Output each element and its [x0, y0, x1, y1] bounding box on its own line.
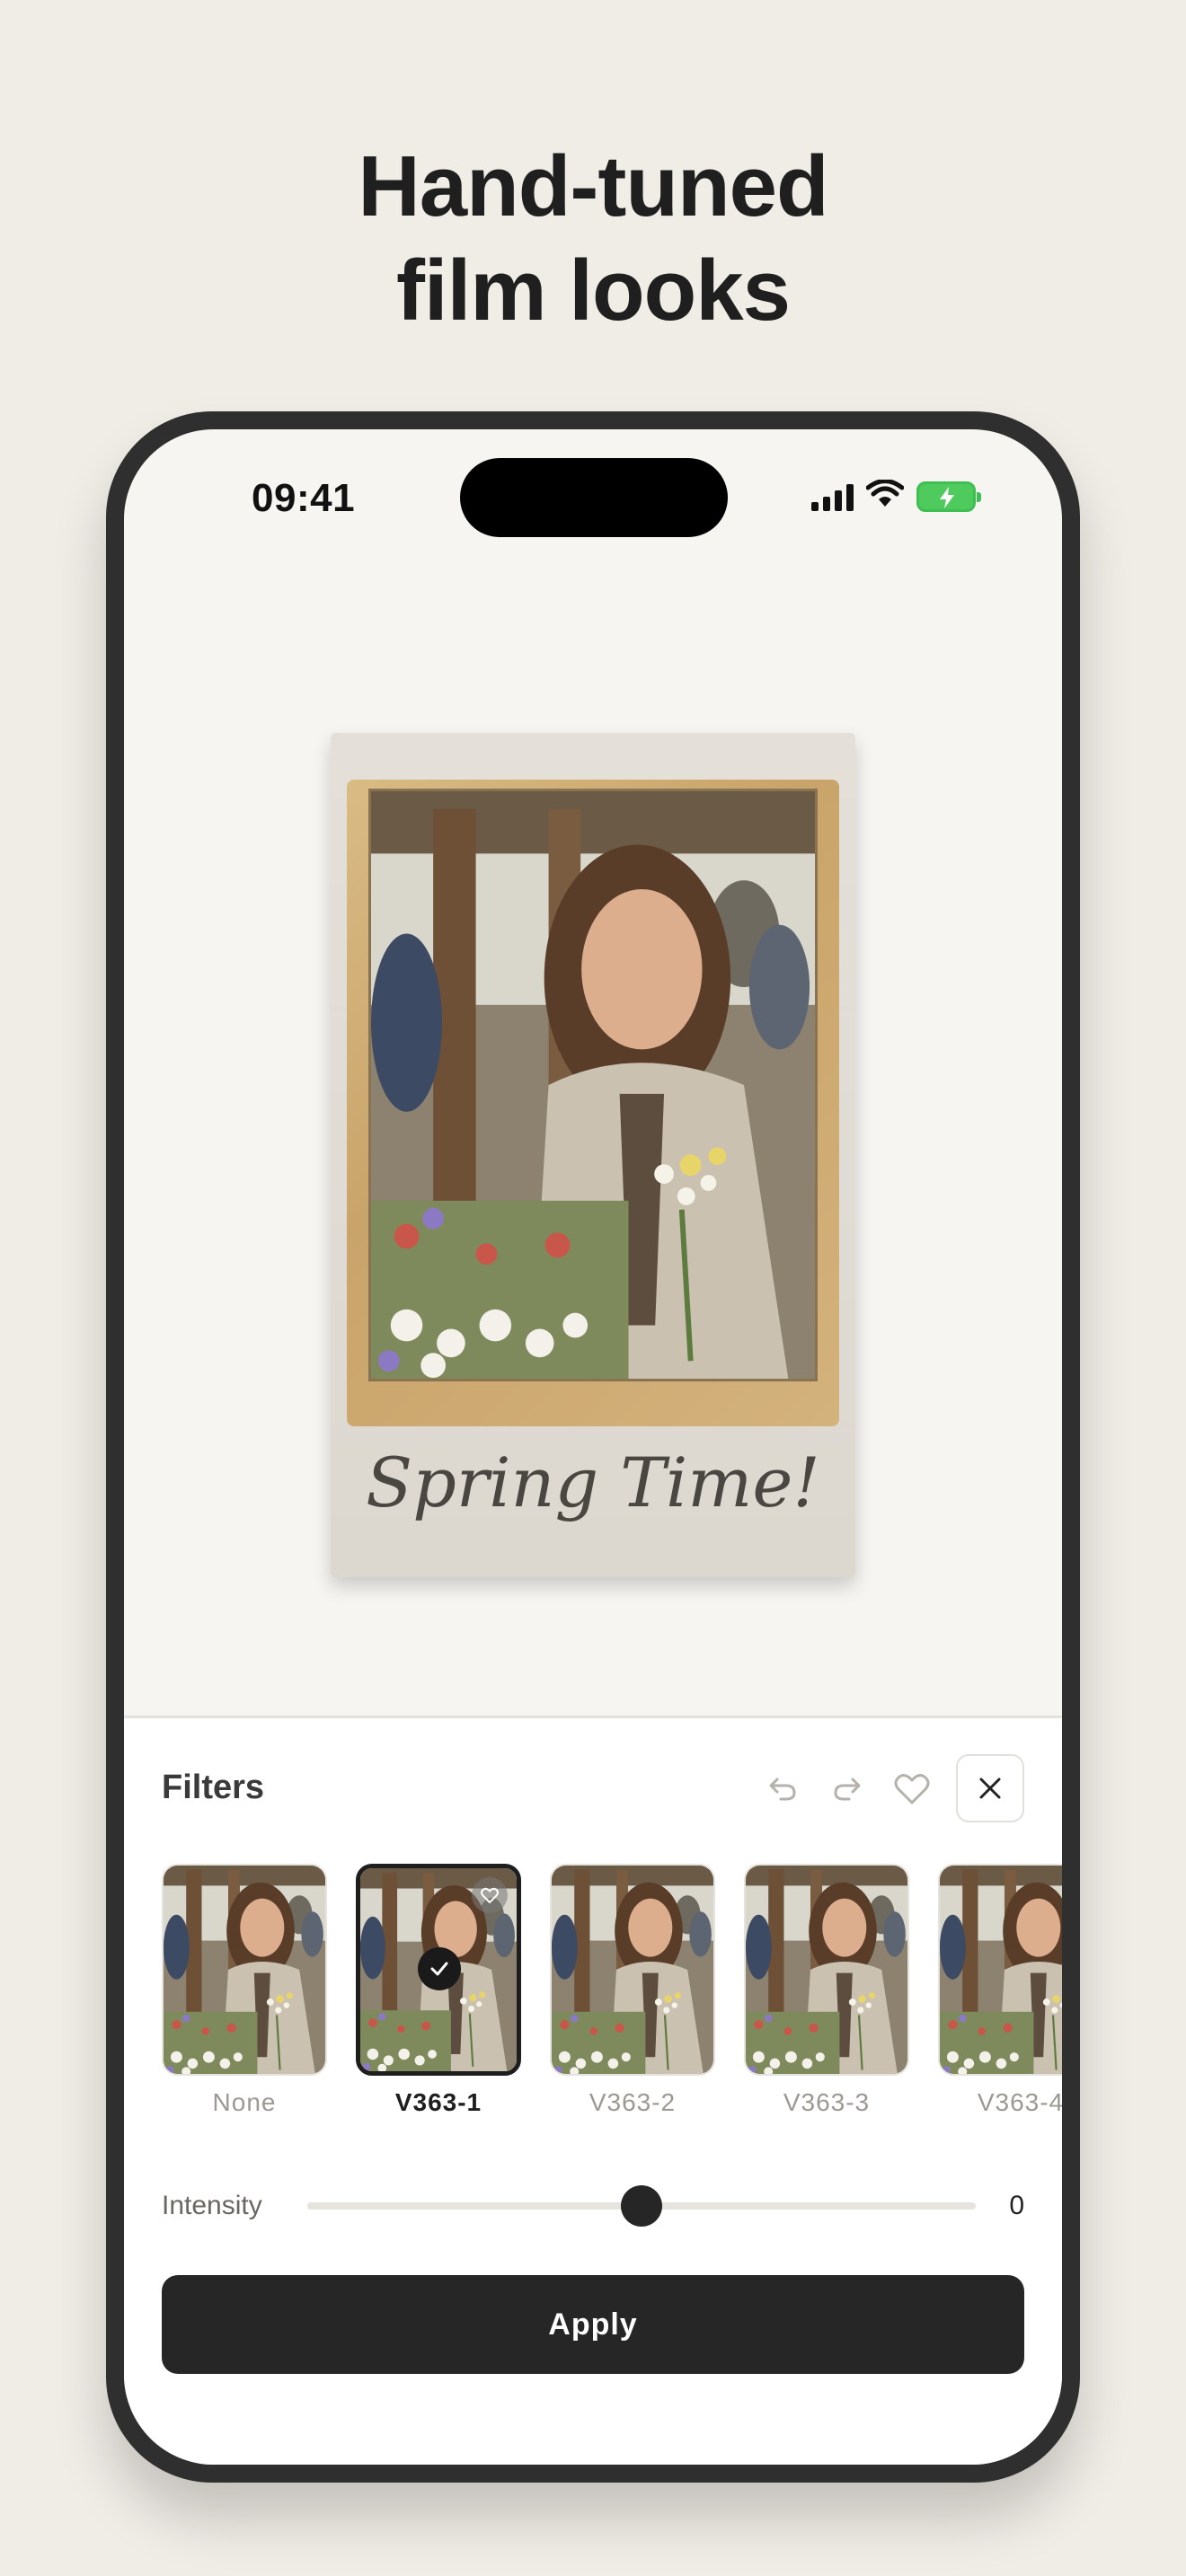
filter-thumbnail[interactable] — [550, 1864, 715, 2076]
intensity-value: 0 — [1009, 2191, 1024, 2220]
filter-thumbnail[interactable] — [938, 1864, 1062, 2076]
dynamic-island — [460, 458, 728, 537]
filter-v363-2[interactable]: V363-2 — [550, 1864, 715, 2117]
status-icons — [811, 479, 981, 513]
apply-button[interactable]: Apply — [162, 2275, 1024, 2374]
headline: Hand-tuned film looks — [0, 135, 1186, 343]
headline-line-1: Hand-tuned — [358, 138, 828, 234]
filter-label: V363-2 — [589, 2088, 677, 2116]
filter-thumbnail[interactable] — [744, 1864, 909, 2076]
undo-icon[interactable] — [762, 1768, 803, 1809]
status-time: 09:41 — [252, 476, 356, 520]
filter-thumbnail[interactable] — [356, 1864, 521, 2076]
close-icon — [979, 1778, 1001, 1799]
filter-label: V363-3 — [783, 2088, 871, 2116]
photo-aged-border — [347, 780, 839, 1426]
filter-v363-3[interactable]: V363-3 — [744, 1864, 909, 2117]
filter-v363-4[interactable]: V363-4 — [938, 1864, 1062, 2117]
photo-caption: Spring Time! — [366, 1442, 820, 1522]
filter-label: V363-4 — [977, 2088, 1062, 2116]
filter-none[interactable]: None — [162, 1864, 327, 2117]
intensity-slider-thumb[interactable] — [621, 2185, 662, 2227]
phone-frame: 09:41 Spring Time! Filters None V363-1 V… — [106, 411, 1080, 2483]
filter-thumbnail[interactable] — [162, 1864, 327, 2076]
intensity-label: Intensity — [162, 2191, 262, 2220]
filters-sheet: Filters None V363-1 V363-2 V363-3 V363-4… — [124, 1716, 1062, 2465]
phone-screen: 09:41 Spring Time! Filters None V363-1 V… — [124, 429, 1062, 2465]
filters-actions — [762, 1754, 1024, 1822]
redo-icon[interactable] — [827, 1768, 868, 1809]
status-bar: 09:41 — [124, 429, 1062, 555]
filter-strip[interactable]: None V363-1 V363-2 V363-3 V363-4 — [162, 1864, 1062, 2133]
close-button[interactable] — [956, 1754, 1024, 1822]
intensity-control: Intensity 0 — [162, 2178, 1024, 2232]
cellular-signal-icon — [811, 482, 854, 511]
filters-title: Filters — [162, 1769, 265, 1806]
wifi-icon — [865, 479, 905, 513]
photo-image — [368, 789, 818, 1381]
checkmark-icon — [418, 1947, 461, 1990]
headline-line-2: film looks — [395, 243, 791, 339]
filter-label: V363-1 — [394, 2088, 482, 2116]
filter-label: None — [212, 2088, 277, 2116]
battery-charging-icon — [916, 481, 981, 512]
favorite-heart-icon[interactable] — [472, 1877, 508, 1913]
photo-preview: Spring Time! — [331, 733, 855, 1577]
filter-v363-1[interactable]: V363-1 — [356, 1864, 521, 2117]
heart-icon[interactable] — [891, 1768, 933, 1809]
